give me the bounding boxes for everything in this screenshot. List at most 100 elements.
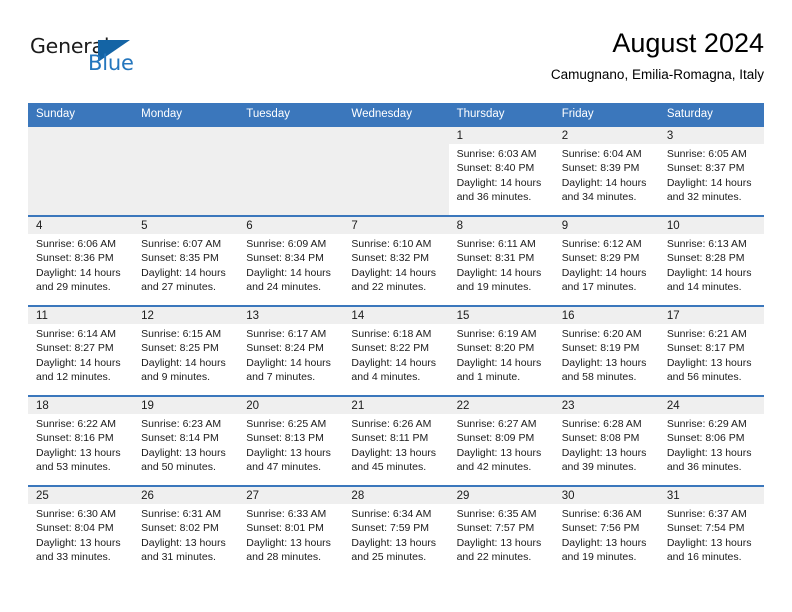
calendar-day-cell[interactable]: 26 Sunrise: 6:31 AM Sunset: 8:02 PM Dayligh…: [133, 487, 239, 575]
sunset-text: Sunset: 8:25 PM: [141, 342, 219, 355]
day-details: Sunrise: 6:05 AM Sunset: 8:37 PM Daylight:…: [659, 144, 764, 205]
sunrise-text: Sunrise: 6:04 AM: [561, 148, 642, 160]
daylight-text: Daylight: 13 hours and 22 minutes.: [456, 536, 542, 564]
sunrise-text: Sunrise: 6:11 AM: [456, 238, 536, 250]
calendar-day-cell[interactable]: 25 Sunrise: 6:30 AM Sunset: 8:04 PM Dayligh…: [28, 487, 134, 575]
sunrise-text: Sunrise: 6:05 AM: [666, 148, 747, 160]
calendar-day-cell[interactable]: 17 Sunrise: 6:21 AM Sunset: 8:17 PM Dayligh…: [658, 307, 764, 395]
day-number: 18: [28, 397, 134, 414]
sunset-text: Sunset: 7:56 PM: [561, 522, 640, 535]
day-number: 12: [133, 307, 239, 324]
sunrise-text: Sunrise: 6:33 AM: [246, 508, 327, 520]
day-number: 2: [553, 127, 659, 144]
daylight-text: Daylight: 14 hours and 9 minutes.: [141, 356, 226, 384]
calendar-day-cell[interactable]: 31 Sunrise: 6:37 AM Sunset: 7:54 PM Dayligh…: [658, 487, 764, 575]
daylight-text: Daylight: 14 hours and 29 minutes.: [36, 266, 121, 294]
sunrise-text: Sunrise: 6:26 AM: [351, 418, 432, 430]
daylight-text: Daylight: 13 hours and 45 minutes.: [351, 446, 437, 474]
day-details: Sunrise: 6:26 AM Sunset: 8:11 PM Daylight:…: [343, 414, 448, 475]
daylight-text: Daylight: 14 hours and 19 minutes.: [456, 266, 542, 294]
calendar-day-cell[interactable]: 12 Sunrise: 6:15 AM Sunset: 8:25 PM Dayligh…: [133, 307, 239, 395]
day-details: Sunrise: 6:23 AM Sunset: 8:14 PM Daylight:…: [133, 414, 238, 475]
calendar-day-cell[interactable]: 4 Sunrise: 6:06 AM Sunset: 8:36 PM Daylight…: [28, 217, 134, 305]
sunset-text: Sunset: 8:27 PM: [36, 342, 114, 355]
day-number: 26: [133, 487, 239, 504]
calendar-day-cell[interactable]: 16 Sunrise: 6:20 AM Sunset: 8:19 PM Dayligh…: [553, 307, 659, 395]
sunrise-text: Sunrise: 6:14 AM: [36, 328, 116, 340]
calendar-day-cell[interactable]: 19 Sunrise: 6:23 AM Sunset: 8:14 PM Dayligh…: [133, 397, 239, 485]
day-number: 8: [448, 217, 554, 234]
sunset-text: Sunset: 8:24 PM: [246, 342, 324, 355]
sunset-text: Sunset: 8:35 PM: [141, 252, 219, 265]
daylight-text: Daylight: 13 hours and 56 minutes.: [666, 356, 752, 384]
day-number: 31: [658, 487, 764, 504]
calendar-week-row: 18 Sunrise: 6:22 AM Sunset: 8:16 PM Dayligh…: [28, 395, 764, 485]
calendar-day-cell[interactable]: 13 Sunrise: 6:17 AM Sunset: 8:24 PM Dayligh…: [238, 307, 344, 395]
calendar-day-cell[interactable]: 28 Sunrise: 6:34 AM Sunset: 7:59 PM Dayligh…: [343, 487, 449, 575]
day-number: 16: [553, 307, 659, 324]
calendar-day-cell[interactable]: 9 Sunrise: 6:12 AM Sunset: 8:29 PM Daylight…: [553, 217, 659, 305]
day-details: Sunrise: 6:28 AM Sunset: 8:08 PM Daylight:…: [554, 414, 659, 475]
page-header: General Blue August 2024 Camugnano, Emil…: [28, 26, 764, 96]
weekday-header-monday: Monday: [141, 108, 183, 120]
calendar-day-cell[interactable]: 22 Sunrise: 6:27 AM Sunset: 8:09 PM Dayligh…: [448, 397, 554, 485]
calendar-day-cell[interactable]: 27 Sunrise: 6:33 AM Sunset: 8:01 PM Dayligh…: [238, 487, 344, 575]
calendar-day-cell-empty: [133, 127, 239, 215]
calendar-day-cell-empty: [343, 127, 449, 215]
calendar-day-cell[interactable]: 8 Sunrise: 6:11 AM Sunset: 8:31 PM Daylight…: [448, 217, 554, 305]
daylight-text: Daylight: 13 hours and 36 minutes.: [666, 446, 752, 474]
sunrise-text: Sunrise: 6:36 AM: [561, 508, 642, 520]
calendar-day-cell[interactable]: 5 Sunrise: 6:07 AM Sunset: 8:35 PM Daylight…: [133, 217, 239, 305]
calendar-day-cell[interactable]: 15 Sunrise: 6:19 AM Sunset: 8:20 PM Dayligh…: [448, 307, 554, 395]
daylight-text: Daylight: 13 hours and 47 minutes.: [246, 446, 331, 474]
sunset-text: Sunset: 8:01 PM: [246, 522, 324, 535]
daylight-text: Daylight: 14 hours and 17 minutes.: [561, 266, 647, 294]
calendar-day-cell[interactable]: 18 Sunrise: 6:22 AM Sunset: 8:16 PM Dayligh…: [28, 397, 134, 485]
logo-text-blue: Blue: [88, 51, 134, 75]
sunrise-text: Sunrise: 6:07 AM: [141, 238, 222, 250]
calendar-day-cell[interactable]: 7 Sunrise: 6:10 AM Sunset: 8:32 PM Daylight…: [343, 217, 449, 305]
daylight-text: Daylight: 13 hours and 42 minutes.: [456, 446, 542, 474]
sunset-text: Sunset: 8:02 PM: [141, 522, 219, 535]
calendar-day-cell[interactable]: 20 Sunrise: 6:25 AM Sunset: 8:13 PM Dayligh…: [238, 397, 344, 485]
day-number: [238, 127, 344, 144]
day-details: Sunrise: 6:13 AM Sunset: 8:28 PM Daylight:…: [659, 234, 764, 295]
day-number: 19: [133, 397, 239, 414]
calendar-week-row: 25 Sunrise: 6:30 AM Sunset: 8:04 PM Dayligh…: [28, 485, 764, 575]
day-number: 21: [343, 397, 449, 414]
day-details: Sunrise: 6:33 AM Sunset: 8:01 PM Daylight:…: [238, 504, 343, 565]
day-number: 5: [133, 217, 239, 234]
day-details: Sunrise: 6:37 AM Sunset: 7:54 PM Daylight:…: [659, 504, 764, 565]
daylight-text: Daylight: 13 hours and 31 minutes.: [141, 536, 226, 564]
calendar-day-cell[interactable]: 30 Sunrise: 6:36 AM Sunset: 7:56 PM Dayligh…: [553, 487, 659, 575]
calendar-day-cell[interactable]: 14 Sunrise: 6:18 AM Sunset: 8:22 PM Dayligh…: [343, 307, 449, 395]
daylight-text: Daylight: 13 hours and 33 minutes.: [36, 536, 121, 564]
calendar-day-cell[interactable]: 2 Sunrise: 6:04 AM Sunset: 8:39 PM Daylight…: [553, 127, 659, 215]
weekday-header-wednesday: Wednesday: [351, 108, 412, 120]
day-number: 17: [658, 307, 764, 324]
calendar-day-cell[interactable]: 11 Sunrise: 6:14 AM Sunset: 8:27 PM Dayligh…: [28, 307, 134, 395]
sunset-text: Sunset: 8:31 PM: [456, 252, 535, 265]
day-details: Sunrise: 6:21 AM Sunset: 8:17 PM Daylight:…: [659, 324, 764, 385]
calendar-day-cell[interactable]: 29 Sunrise: 6:35 AM Sunset: 7:57 PM Dayligh…: [448, 487, 554, 575]
calendar-day-cell[interactable]: 24 Sunrise: 6:29 AM Sunset: 8:06 PM Dayligh…: [658, 397, 764, 485]
sunset-text: Sunset: 8:11 PM: [351, 432, 429, 445]
day-number: 28: [343, 487, 449, 504]
calendar-day-cell[interactable]: 21 Sunrise: 6:26 AM Sunset: 8:11 PM Dayligh…: [343, 397, 449, 485]
day-number: 29: [448, 487, 554, 504]
day-number: 1: [448, 127, 554, 144]
day-number: 27: [238, 487, 344, 504]
daylight-text: Daylight: 13 hours and 50 minutes.: [141, 446, 226, 474]
calendar-day-cell[interactable]: 1 Sunrise: 6:03 AM Sunset: 8:40 PM Daylight…: [448, 127, 554, 215]
calendar-day-cell[interactable]: 3 Sunrise: 6:05 AM Sunset: 8:37 PM Daylight…: [658, 127, 764, 215]
calendar-grid: Sunday Monday Tuesday Wednesday Thursday Frid…: [28, 103, 764, 575]
sunrise-text: Sunrise: 6:22 AM: [36, 418, 116, 430]
sunset-text: Sunset: 8:29 PM: [561, 252, 640, 265]
sunrise-text: Sunrise: 6:21 AM: [666, 328, 747, 340]
calendar-day-cell[interactable]: 23 Sunrise: 6:28 AM Sunset: 8:08 PM Dayligh…: [553, 397, 659, 485]
calendar-day-cell[interactable]: 6 Sunrise: 6:09 AM Sunset: 8:34 PM Daylight…: [238, 217, 344, 305]
sunrise-text: Sunrise: 6:23 AM: [141, 418, 222, 430]
general-blue-logo[interactable]: General Blue: [30, 34, 160, 86]
day-details: Sunrise: 6:20 AM Sunset: 8:19 PM Daylight:…: [554, 324, 659, 385]
calendar-day-cell[interactable]: 10 Sunrise: 6:13 AM Sunset: 8:28 PM Dayligh…: [658, 217, 764, 305]
